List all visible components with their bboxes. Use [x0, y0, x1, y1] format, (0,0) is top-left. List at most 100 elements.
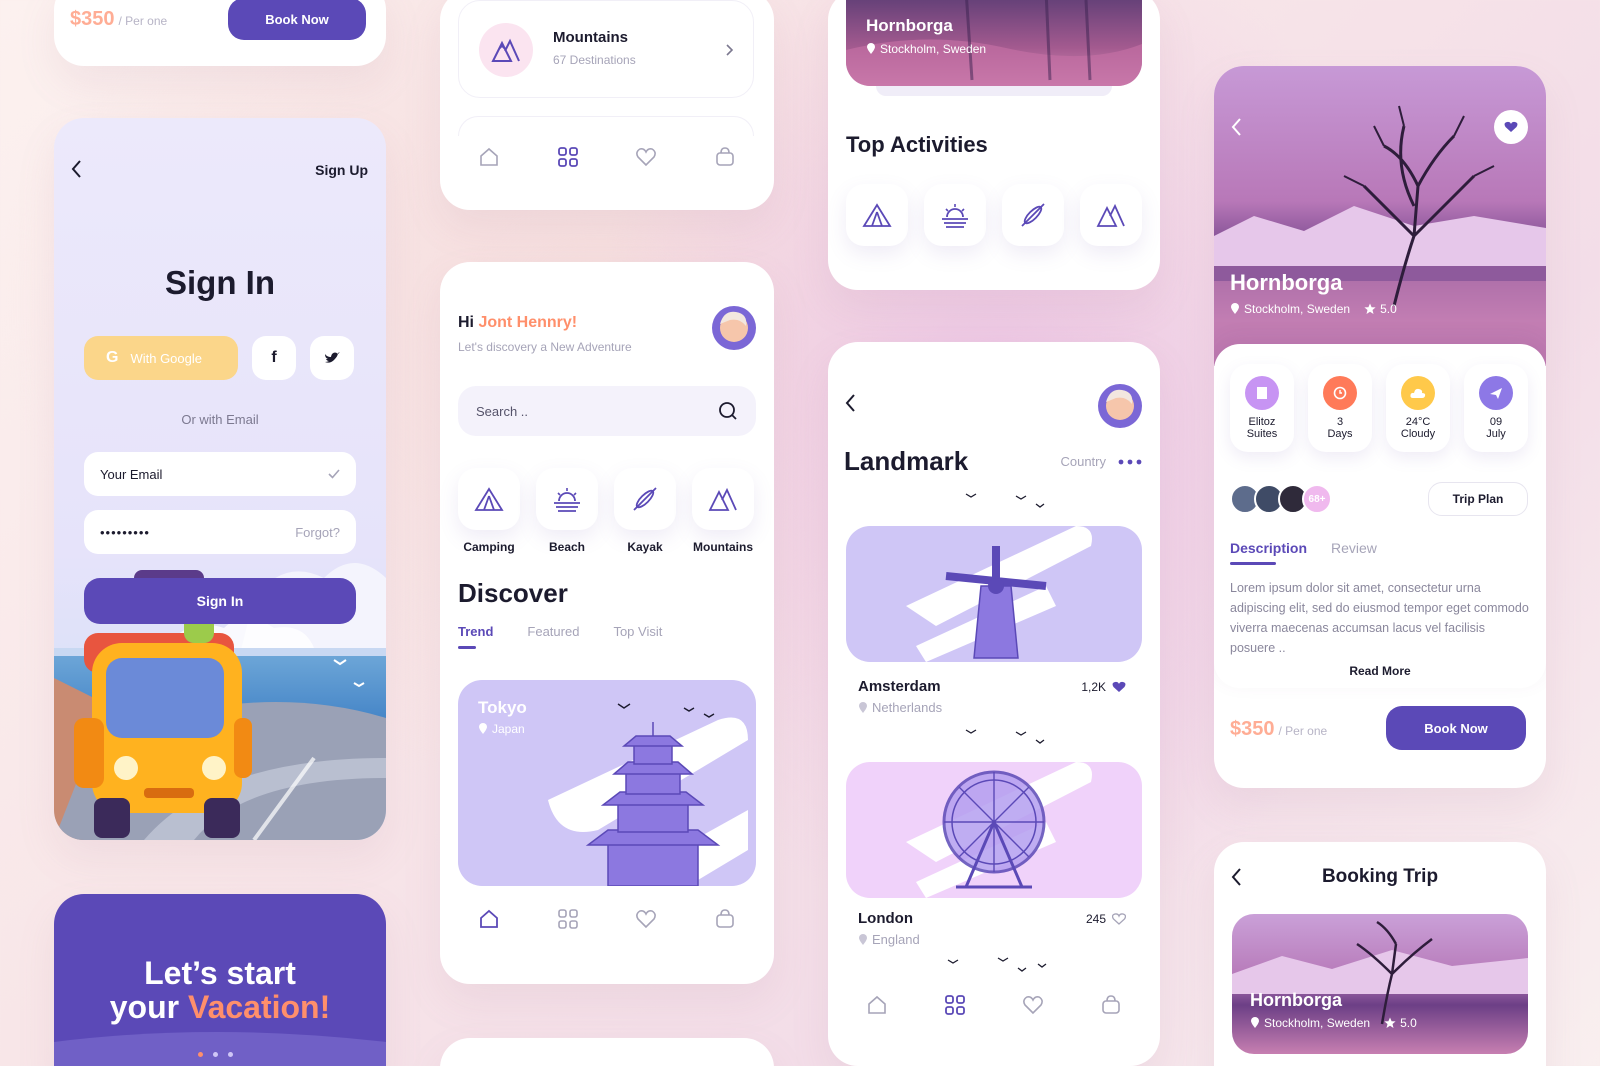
back-icon[interactable] — [844, 392, 858, 414]
destination-detail-screen: Hornborga Stockholm, Sweden 5.0 Elitoz Su… — [1214, 66, 1546, 788]
stat-text: Elitoz Suites — [1247, 416, 1278, 440]
back-icon[interactable] — [70, 158, 84, 180]
like-count-text: 245 — [1085, 912, 1106, 926]
traveler-avatars[interactable]: 68+ — [1230, 484, 1332, 514]
landmark-name: Amsterdam — [858, 678, 941, 695]
stack-shadow — [876, 86, 1112, 96]
password-field[interactable]: ••••••••• Forgot? — [84, 510, 356, 554]
feature-city: Tokyo — [478, 698, 527, 717]
heart-icon[interactable] — [635, 908, 657, 930]
password-value: ••••••••• — [100, 524, 150, 540]
stat-hotel: Elitoz Suites — [1230, 364, 1294, 452]
twitter-button[interactable] — [310, 336, 354, 380]
heart-filled-icon — [1112, 681, 1126, 692]
check-icon — [328, 469, 340, 479]
home-icon[interactable] — [478, 146, 500, 168]
search-icon[interactable] — [718, 401, 738, 421]
rating: 5.0 — [1364, 302, 1397, 316]
tagline: Let's discovery a New Adventure — [458, 340, 632, 354]
rating-value: 5.0 — [1400, 1016, 1417, 1030]
facebook-button[interactable]: f — [252, 336, 296, 380]
book-now-button[interactable]: Book Now — [1386, 706, 1526, 750]
cloud-icon — [1401, 376, 1435, 410]
google-icon: G — [106, 349, 119, 366]
category-label: Camping — [463, 540, 515, 554]
grid-icon[interactable] — [944, 994, 966, 1016]
mountains-list-item[interactable]: Mountains 67 Destinations — [458, 0, 754, 98]
category-camping[interactable] — [458, 468, 520, 530]
place-location: Stockholm, Sweden — [866, 42, 986, 56]
price-row: $350 / Per one — [70, 8, 167, 31]
grid-icon[interactable] — [557, 908, 579, 930]
google-signin-button[interactable]: G With Google — [84, 336, 238, 380]
landmark-country-text: Netherlands — [872, 700, 943, 715]
place-meta: Stockholm, Sweden 5.0 — [1250, 1016, 1417, 1030]
activity-camping[interactable] — [846, 184, 908, 246]
category-kayak[interactable] — [614, 468, 676, 530]
category-mountains[interactable] — [692, 468, 754, 530]
hotel-icon — [1245, 376, 1279, 410]
activities-screen: Hornborga Stockholm, Sweden Top Activiti… — [828, 0, 1160, 290]
stat-weather: 24°C Cloudy — [1386, 364, 1450, 452]
like-count[interactable]: 1,2K — [1081, 680, 1126, 694]
like-count[interactable]: 245 — [1086, 912, 1126, 926]
bag-icon[interactable] — [714, 146, 736, 168]
heart-icon[interactable] — [635, 146, 657, 168]
avatar[interactable] — [712, 306, 756, 350]
home-icon[interactable] — [866, 994, 888, 1016]
sign-up-link[interactable]: Sign Up — [315, 162, 368, 178]
forgot-link[interactable]: Forgot? — [295, 525, 340, 540]
hero-image — [1214, 66, 1546, 366]
tab-description[interactable]: Description — [1230, 540, 1307, 565]
sign-in-screen: Sign Up Sign In G With Google f Or with … — [54, 118, 386, 840]
booking-place-card[interactable]: Hornborga Stockholm, Sweden 5.0 — [1232, 914, 1528, 1054]
tab-review[interactable]: Review — [1331, 540, 1377, 556]
featured-destination-card[interactable]: Tokyo Japan — [458, 680, 756, 886]
grid-icon[interactable] — [557, 146, 579, 168]
trip-plan-button[interactable]: Trip Plan — [1428, 482, 1528, 516]
back-icon[interactable] — [1230, 116, 1244, 138]
read-more-label: Read More — [1349, 664, 1411, 678]
activity-kayak[interactable] — [1002, 184, 1064, 246]
stat-date: 09 July — [1464, 364, 1528, 452]
price-row: $350 / Per one — [1230, 718, 1327, 741]
tab-top-visit[interactable]: Top Visit — [613, 624, 662, 639]
stat-text: 09 July — [1486, 416, 1506, 440]
book-now-button[interactable]: Book Now — [228, 0, 366, 40]
google-label: With Google — [130, 350, 202, 366]
place-banner[interactable]: Hornborga Stockholm, Sweden — [846, 0, 1142, 86]
category-beach[interactable] — [536, 468, 598, 530]
country-filter[interactable]: Country — [1060, 454, 1142, 469]
bag-icon[interactable] — [714, 908, 736, 930]
email-field[interactable]: Your Email — [84, 452, 356, 496]
category-count: 67 Destinations — [553, 53, 636, 67]
booking-screen: Booking Trip Hornborga Stockholm, Sweden… — [1214, 842, 1546, 1066]
search-input[interactable]: Search .. — [458, 386, 756, 436]
vacation-heading: Let’s start your Vacation! — [54, 956, 386, 1024]
read-more-link[interactable]: Read More — [1214, 664, 1546, 678]
sign-in-button[interactable]: Sign In — [84, 578, 356, 624]
kayak-icon — [1021, 203, 1045, 227]
trip-stats: Elitoz Suites 3 Days 24°C Cloudy 09 July — [1230, 364, 1528, 452]
bag-icon[interactable] — [1100, 994, 1122, 1016]
onboarding-card: Let’s start your Vacation! — [54, 894, 386, 1066]
clock-icon — [1323, 376, 1357, 410]
favorite-button[interactable] — [1494, 110, 1528, 144]
tab-featured[interactable]: Featured — [527, 624, 579, 639]
tab-trend[interactable]: Trend — [458, 624, 493, 649]
place-location: Stockholm, Sweden — [1230, 302, 1350, 316]
home-icon[interactable] — [478, 908, 500, 930]
activity-mountains[interactable] — [1080, 184, 1142, 246]
email-placeholder: Your Email — [100, 466, 163, 482]
avatar[interactable] — [1098, 384, 1142, 428]
booking-title: Booking Trip — [1321, 866, 1439, 887]
mountain-icon — [1096, 203, 1125, 227]
place-location-text: Stockholm, Sweden — [1264, 1016, 1371, 1030]
place-location-text: Stockholm, Sweden — [880, 42, 987, 56]
plane-icon — [1479, 376, 1513, 410]
tab-label: Featured — [527, 624, 580, 639]
heart-icon[interactable] — [1022, 994, 1044, 1016]
stat-line2: Days — [1327, 428, 1353, 440]
activity-beach[interactable] — [924, 184, 986, 246]
stat-duration: 3 Days — [1308, 364, 1372, 452]
